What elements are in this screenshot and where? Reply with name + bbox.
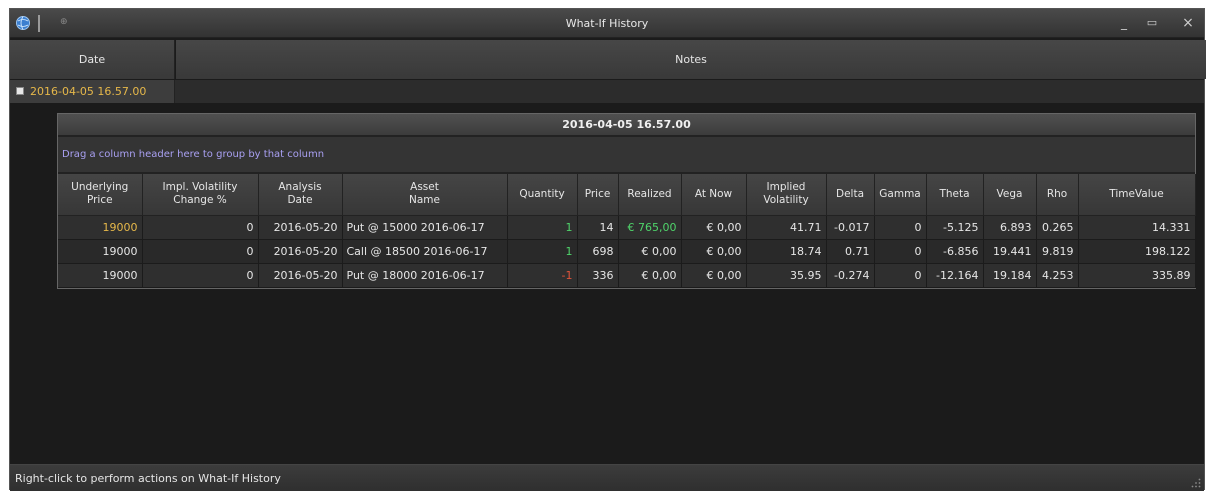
cell-gamma[interactable]: 0 <box>874 215 927 240</box>
cell-delta[interactable]: -0.274 <box>826 263 875 288</box>
maximize-button[interactable]: ▭ <box>1141 14 1163 32</box>
cell-underlying-price[interactable]: 19000 <box>58 215 143 240</box>
notes-column-header[interactable]: Notes <box>176 40 1206 79</box>
collapse-toggle-icon[interactable] <box>16 87 24 95</box>
cell-theta[interactable]: -6.856 <box>926 239 984 264</box>
cell-theta[interactable]: -12.164 <box>926 263 984 288</box>
what-if-history-window: ⊕ What-If History _ ▭ × Date Notes 2016-… <box>9 8 1206 491</box>
column-header-vega[interactable]: Vega <box>983 174 1037 216</box>
cell-price[interactable]: 14 <box>577 215 619 240</box>
cell-delta[interactable]: -0.017 <box>826 215 875 240</box>
table-row[interactable]: 19000 0 2016-05-20 Put @ 18000 2016-06-1… <box>58 263 1196 288</box>
cell-quantity[interactable]: 1 <box>507 215 578 240</box>
cell-realized[interactable]: € 765,00 <box>618 215 682 240</box>
table-row[interactable]: 19000 0 2016-05-20 Call @ 18500 2016-06-… <box>58 239 1196 264</box>
resize-grip-icon[interactable] <box>1191 478 1201 488</box>
column-header-underlying-price[interactable]: Underlying Price <box>58 174 143 216</box>
detail-title: 2016-04-05 16.57.00 <box>58 114 1195 136</box>
cell-price[interactable]: 336 <box>577 263 619 288</box>
cell-gamma[interactable]: 0 <box>874 239 927 264</box>
cell-implied-volatility[interactable]: 35.95 <box>746 263 827 288</box>
column-header-theta[interactable]: Theta <box>926 174 984 216</box>
cell-timevalue[interactable]: 198.122 <box>1078 239 1196 264</box>
group-by-hint: Drag a column header here to group by th… <box>62 149 325 160</box>
cell-realized[interactable]: € 0,00 <box>618 239 682 264</box>
cell-implied-volatility[interactable]: 18.74 <box>746 239 827 264</box>
cell-gamma[interactable]: 0 <box>874 263 927 288</box>
date-column-header[interactable]: Date <box>10 40 175 79</box>
cell-rho[interactable]: 9.819 <box>1036 239 1079 264</box>
cell-analysis-date[interactable]: 2016-05-20 <box>258 263 343 288</box>
title-bar[interactable]: ⊕ What-If History _ ▭ × <box>10 9 1204 38</box>
cell-underlying-price[interactable]: 19000 <box>58 263 143 288</box>
column-header-delta[interactable]: Delta <box>826 174 875 216</box>
table-header-row: Underlying Price Impl. Volatility Change… <box>58 174 1196 216</box>
column-header-implied-volatility[interactable]: Implied Volatility <box>746 174 827 216</box>
cell-rho[interactable]: 4.253 <box>1036 263 1079 288</box>
cell-quantity[interactable]: -1 <box>507 263 578 288</box>
detail-grid-panel: 2016-04-05 16.57.00 Drag a column header… <box>57 113 1196 289</box>
cell-vega[interactable]: 19.184 <box>983 263 1037 288</box>
group-by-panel[interactable]: Drag a column header here to group by th… <box>58 137 1195 173</box>
cell-delta[interactable]: 0.71 <box>826 239 875 264</box>
column-header-impl-volatility-change[interactable]: Impl. Volatility Change % <box>142 174 259 216</box>
cell-asset-name[interactable]: Put @ 18000 2016-06-17 <box>342 263 508 288</box>
cell-realized[interactable]: € 0,00 <box>618 263 682 288</box>
cell-timevalue[interactable]: 14.331 <box>1078 215 1196 240</box>
cell-vega[interactable]: 19.441 <box>983 239 1037 264</box>
cell-at-now[interactable]: € 0,00 <box>681 263 747 288</box>
column-header-realized[interactable]: Realized <box>618 174 682 216</box>
column-header-quantity[interactable]: Quantity <box>507 174 578 216</box>
column-header-asset-name[interactable]: Asset Name <box>342 174 508 216</box>
cell-timevalue[interactable]: 335.89 <box>1078 263 1196 288</box>
cell-asset-name[interactable]: Call @ 18500 2016-06-17 <box>342 239 508 264</box>
column-header-rho[interactable]: Rho <box>1036 174 1079 216</box>
group-date-cell[interactable]: 2016-04-05 16.57.00 <box>10 80 175 103</box>
cell-rho[interactable]: 0.265 <box>1036 215 1079 240</box>
positions-table: Underlying Price Impl. Volatility Change… <box>58 174 1196 288</box>
minimize-button[interactable]: _ <box>1113 14 1135 32</box>
column-header-price[interactable]: Price <box>577 174 619 216</box>
table-row[interactable]: 19000 0 2016-05-20 Put @ 15000 2016-06-1… <box>58 215 1196 240</box>
cell-analysis-date[interactable]: 2016-05-20 <box>258 239 343 264</box>
history-group-row[interactable]: 2016-04-05 16.57.00 <box>10 80 1204 103</box>
cell-asset-name[interactable]: Put @ 15000 2016-06-17 <box>342 215 508 240</box>
cell-quantity[interactable]: 1 <box>507 239 578 264</box>
cell-underlying-price[interactable]: 19000 <box>58 239 143 264</box>
status-bar: Right-click to perform actions on What-I… <box>10 464 1204 491</box>
group-date: 2016-04-05 16.57.00 <box>30 85 147 98</box>
column-header-timevalue[interactable]: TimeValue <box>1078 174 1196 216</box>
cell-price[interactable]: 698 <box>577 239 619 264</box>
column-header-at-now[interactable]: At Now <box>681 174 747 216</box>
column-header-gamma[interactable]: Gamma <box>874 174 927 216</box>
cell-at-now[interactable]: € 0,00 <box>681 239 747 264</box>
close-button[interactable]: × <box>1177 14 1199 32</box>
cell-vega[interactable]: 6.893 <box>983 215 1037 240</box>
cell-at-now[interactable]: € 0,00 <box>681 215 747 240</box>
column-header-analysis-date[interactable]: Analysis Date <box>258 174 343 216</box>
cell-impl-volatility-change[interactable]: 0 <box>142 239 259 264</box>
status-text: Right-click to perform actions on What-I… <box>15 472 281 485</box>
cell-impl-volatility-change[interactable]: 0 <box>142 215 259 240</box>
cell-implied-volatility[interactable]: 41.71 <box>746 215 827 240</box>
cell-theta[interactable]: -5.125 <box>926 215 984 240</box>
cell-impl-volatility-change[interactable]: 0 <box>142 263 259 288</box>
cell-analysis-date[interactable]: 2016-05-20 <box>258 215 343 240</box>
window-title: What-If History <box>565 17 649 30</box>
